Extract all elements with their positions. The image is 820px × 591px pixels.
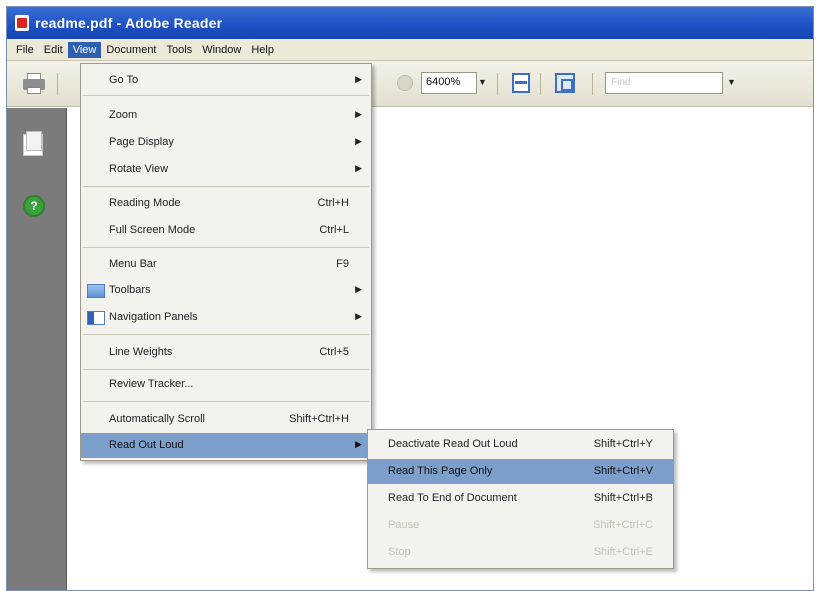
- menu-document[interactable]: Document: [101, 42, 161, 58]
- menu-item-stop: Stop Shift+Ctrl+E: [368, 540, 673, 565]
- menu-item-label: Reading Mode: [109, 197, 181, 209]
- menu-item-read-to-end[interactable]: Read To End of Document Shift+Ctrl+B: [368, 486, 673, 511]
- fit-page-icon[interactable]: [512, 73, 530, 93]
- menu-item-label: Read Out Loud: [109, 439, 184, 451]
- menu-item-shortcut: Ctrl+L: [319, 224, 349, 236]
- menu-item-shortcut: Ctrl+H: [317, 197, 349, 209]
- menu-item-automatically-scroll[interactable]: Automatically Scroll Shift+Ctrl+H: [81, 407, 371, 432]
- menu-item-label: Navigation Panels: [109, 311, 198, 323]
- toolbar-separator: [57, 73, 58, 95]
- menu-item-label: Review Tracker...: [109, 378, 194, 390]
- menu-item-shortcut: Shift+Ctrl+Y: [593, 438, 653, 450]
- submenu-arrow-icon: ▶: [355, 74, 362, 84]
- menu-item-menu-bar[interactable]: Menu Bar F9: [81, 252, 371, 277]
- menu-item-shortcut: Shift+Ctrl+B: [593, 492, 653, 504]
- toolbar-separator: [540, 73, 541, 95]
- previous-page-icon[interactable]: [397, 75, 413, 91]
- menu-item-shortcut: Shift+Ctrl+H: [289, 413, 349, 425]
- menu-item-shortcut: Shift+Ctrl+E: [593, 546, 653, 558]
- menu-edit[interactable]: Edit: [39, 42, 68, 58]
- submenu-arrow-icon: ▶: [355, 439, 362, 449]
- menu-item-label: Go To: [109, 74, 139, 86]
- menu-separator: [83, 369, 369, 370]
- menu-item-label: Rotate View: [109, 163, 169, 175]
- menu-separator: [83, 186, 369, 187]
- menu-file[interactable]: File: [11, 42, 39, 58]
- submenu-arrow-icon: ▶: [355, 284, 362, 294]
- menu-tools[interactable]: Tools: [162, 42, 198, 58]
- menu-item-pause: Pause Shift+Ctrl+C: [368, 513, 673, 538]
- toolbars-icon: [87, 284, 105, 298]
- toolbar-separator: [592, 73, 593, 95]
- toolbar-separator: [497, 73, 498, 95]
- menu-item-deactivate-read-out-loud[interactable]: Deactivate Read Out Loud Shift+Ctrl+Y: [368, 432, 673, 457]
- menu-item-read-out-loud[interactable]: Read Out Loud ▶: [81, 433, 371, 458]
- submenu-arrow-icon: ▶: [355, 163, 362, 173]
- menu-item-toolbars[interactable]: Toolbars ▶: [81, 278, 371, 303]
- menu-item-page-display[interactable]: Page Display ▶: [81, 130, 371, 155]
- zoom-dropdown-icon[interactable]: ▼: [478, 77, 487, 87]
- navigation-panels-icon: [87, 311, 105, 325]
- menu-item-shortcut: F9: [336, 258, 349, 270]
- pages-icon[interactable]: [23, 131, 43, 156]
- navigation-pane: ?: [7, 108, 67, 590]
- menu-separator: [83, 334, 369, 335]
- menu-item-label: Pause: [388, 519, 420, 531]
- menu-view[interactable]: View: [67, 41, 102, 58]
- zoom-field[interactable]: 6400%: [421, 72, 477, 94]
- menu-item-label: Toolbars: [109, 284, 151, 296]
- menu-item-shortcut: Shift+Ctrl+C: [593, 519, 653, 531]
- menu-separator: [83, 95, 369, 96]
- window-title: readme.pdf - Adobe Reader: [35, 15, 223, 31]
- menu-item-navigation-panels[interactable]: Navigation Panels ▶: [81, 305, 371, 330]
- menu-item-rotate-view[interactable]: Rotate View ▶: [81, 157, 371, 182]
- menu-item-label: Read To End of Document: [388, 492, 517, 504]
- title-bar[interactable]: readme.pdf - Adobe Reader: [7, 7, 813, 39]
- menu-item-label: Line Weights: [109, 346, 173, 358]
- menu-item-full-screen-mode[interactable]: Full Screen Mode Ctrl+L: [81, 218, 371, 243]
- submenu-arrow-icon: ▶: [355, 136, 362, 146]
- menu-help[interactable]: Help: [246, 42, 279, 58]
- menu-item-label: Full Screen Mode: [109, 224, 196, 236]
- menu-item-label: Deactivate Read Out Loud: [388, 438, 518, 450]
- menu-window[interactable]: Window: [197, 42, 246, 58]
- help-icon[interactable]: ?: [23, 195, 45, 217]
- menu-item-label: Stop: [388, 546, 411, 558]
- menu-item-shortcut: Shift+Ctrl+V: [593, 465, 653, 477]
- printer-icon[interactable]: [21, 71, 47, 95]
- menu-item-label: Automatically Scroll: [109, 413, 205, 425]
- full-screen-icon[interactable]: [555, 73, 575, 93]
- menu-item-read-this-page-only[interactable]: Read This Page Only Shift+Ctrl+V: [368, 459, 673, 484]
- menu-item-label: Page Display: [109, 136, 174, 148]
- menu-separator: [83, 247, 369, 248]
- menu-item-reading-mode[interactable]: Reading Mode Ctrl+H: [81, 191, 371, 216]
- menu-item-review-tracker[interactable]: Review Tracker...: [81, 372, 371, 397]
- menu-item-label: Menu Bar: [109, 258, 157, 270]
- menu-item-shortcut: Ctrl+5: [319, 346, 349, 358]
- menu-bar: File Edit View Document Tools Window Hel…: [7, 39, 813, 61]
- find-input[interactable]: Find: [605, 72, 723, 94]
- menu-item-go-to[interactable]: Go To ▶: [81, 68, 371, 93]
- submenu-arrow-icon: ▶: [355, 311, 362, 321]
- view-menu: Go To ▶ Zoom ▶ Page Display ▶ Rotate Vie…: [80, 63, 372, 461]
- submenu-arrow-icon: ▶: [355, 109, 362, 119]
- menu-item-line-weights[interactable]: Line Weights Ctrl+5: [81, 340, 371, 365]
- read-out-loud-submenu: Deactivate Read Out Loud Shift+Ctrl+Y Re…: [367, 429, 674, 569]
- adobe-reader-icon: [15, 15, 29, 31]
- menu-separator: [83, 401, 369, 402]
- find-dropdown-icon[interactable]: ▼: [727, 77, 736, 87]
- menu-item-label: Zoom: [109, 109, 138, 121]
- menu-item-label: Read This Page Only: [388, 465, 493, 477]
- menu-item-zoom[interactable]: Zoom ▶: [81, 103, 371, 128]
